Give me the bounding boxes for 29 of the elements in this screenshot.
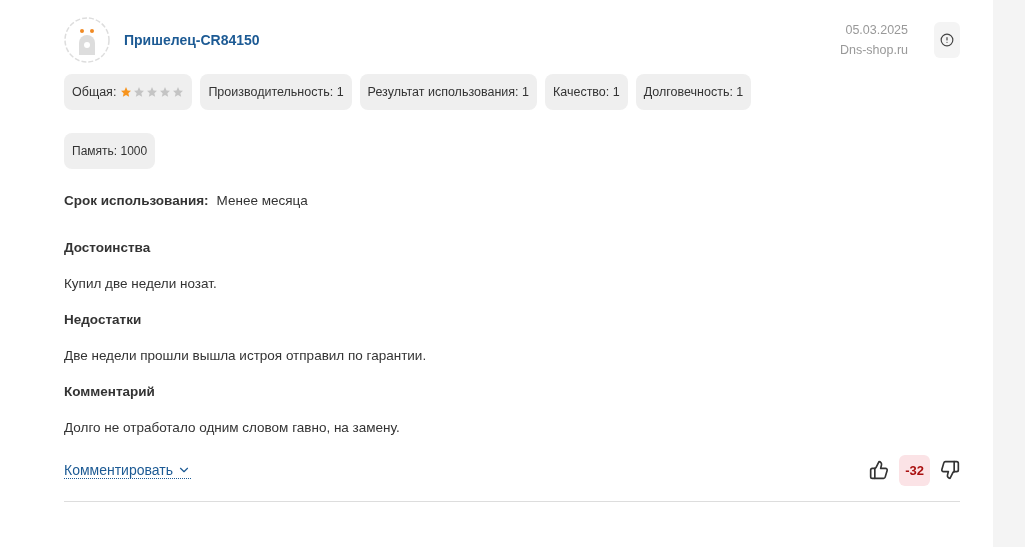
rating-chip: Долговечность: 1 <box>635 74 752 110</box>
report-button[interactable] <box>934 22 960 58</box>
section-text: Долго не отработало одним словом гавно, на замену. <box>64 420 401 435</box>
usage-value: Менее месяца <box>216 193 308 208</box>
star-icon <box>133 86 146 98</box>
rating-chip: Результат использования: 1 <box>359 74 537 110</box>
comment-link[interactable]: Комментировать <box>64 461 191 479</box>
section-text: Две недели прошли вышла истроя отправил по гарантии. <box>64 348 428 363</box>
alert-icon <box>940 33 954 47</box>
avatar-icon <box>64 17 110 63</box>
section-title: Недостатки <box>64 312 143 327</box>
star-icon <box>120 86 133 98</box>
section-title: Комментарий <box>64 384 156 399</box>
dislike-button[interactable] <box>940 460 960 480</box>
like-button[interactable] <box>869 460 890 480</box>
star-icon <box>146 86 159 98</box>
section-text: Купил две недели нозат. <box>64 276 218 291</box>
rating-chip: Качество: 1 <box>544 74 628 110</box>
rating-chip: Производительность: 1 <box>200 74 352 110</box>
author-name[interactable]: Пришелец-CR84150 <box>124 32 826 48</box>
star-icon <box>159 86 172 98</box>
vote-score: -32 <box>899 454 930 486</box>
rating-chip: Память: 1000 <box>64 133 156 169</box>
section-title: Достоинства <box>64 240 152 255</box>
review-date: 05.03.2025 <box>845 22 908 39</box>
star-icon <box>172 86 185 98</box>
review-source: Dns-shop.ru <box>839 42 908 59</box>
usage-label: Срок использования: <box>64 193 209 208</box>
rating-label: Общая: <box>72 85 117 99</box>
